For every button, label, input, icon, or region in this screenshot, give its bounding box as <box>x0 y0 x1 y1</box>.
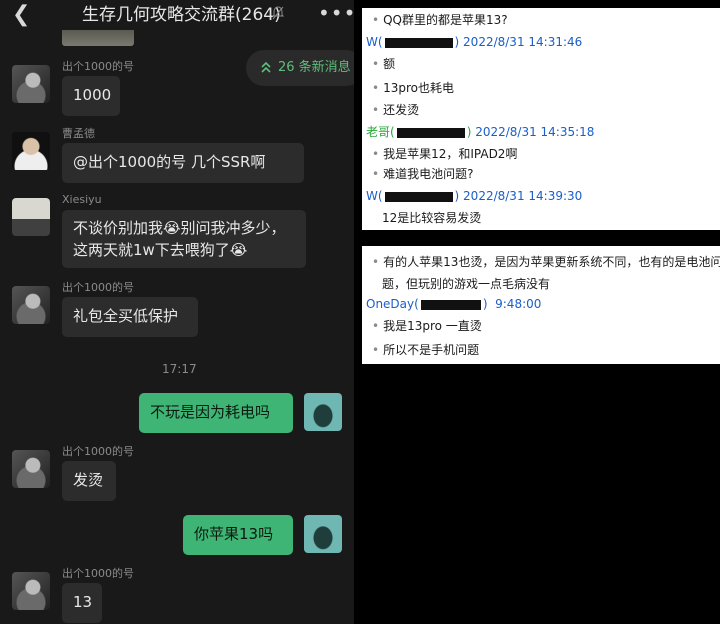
sender-name: 出个1000的号 <box>62 60 134 73</box>
back-icon[interactable]: ❮ <box>12 2 30 28</box>
qq-message: • QQ群里的都是苹果13? <box>372 13 508 27</box>
sender-name: 出个1000的号 <box>62 567 134 580</box>
mute-bell-icon <box>271 5 285 24</box>
message-bubble[interactable]: 13 <box>62 583 102 623</box>
timestamp: 17:17 <box>162 362 197 376</box>
image-message-partial[interactable] <box>62 30 134 46</box>
sender-name: 出个1000的号 <box>62 281 134 294</box>
sender-name: 曹孟德 <box>62 127 95 140</box>
redaction-bar <box>420 299 481 310</box>
message-bubble[interactable]: 不谈价别加我😭别问我冲多少，这两天就1w下去喂狗了😭 <box>62 210 306 268</box>
redaction-bar <box>396 127 465 138</box>
message-bubble[interactable]: 发烫 <box>62 461 116 501</box>
my-message-bubble[interactable]: 你苹果13吗 <box>183 515 293 555</box>
avatar[interactable] <box>12 198 50 236</box>
my-message-bubble[interactable]: 不玩是因为耗电吗 <box>139 393 293 433</box>
redaction-bar <box>384 191 453 202</box>
qq-message: • 所以不是手机问题 <box>372 343 480 357</box>
avatar[interactable] <box>12 132 50 170</box>
avatar[interactable] <box>12 286 50 324</box>
qq-message: • 13pro也耗电 <box>372 81 454 95</box>
qq-message: 12是比较容易发烫 <box>382 211 482 225</box>
qq-log-panel-1: • QQ群里的都是苹果13? W() 2022/8/31 14:31:46 • 额 … <box>362 8 720 230</box>
qq-message: • 额 <box>372 57 396 71</box>
wechat-chat-screen: ❮ 生存几何攻略交流群(264) ••• 26 条新消息 出个1000的号 10… <box>0 0 354 624</box>
chat-title: 生存几何攻略交流群(264) <box>82 5 281 25</box>
qq-sender-header: W() 2022/8/31 14:39:30 <box>366 189 583 203</box>
sender-name: 出个1000的号 <box>62 445 134 458</box>
qq-message: • 难道我电池问题? <box>372 167 474 181</box>
avatar[interactable] <box>12 572 50 610</box>
new-messages-pill[interactable]: 26 条新消息 <box>246 50 354 86</box>
message-bubble[interactable]: @出个1000的号 几个SSR啊 <box>62 143 304 183</box>
my-avatar[interactable] <box>304 393 342 431</box>
qq-screenshots: • QQ群里的都是苹果13? W() 2022/8/31 14:31:46 • 额 … <box>354 0 720 624</box>
avatar[interactable] <box>12 65 50 103</box>
qq-message: • 有的人苹果13也烫，是因为苹果更新系统不同，也有的是电池问 <box>372 255 720 269</box>
redaction-bar <box>384 37 453 48</box>
avatar[interactable] <box>12 450 50 488</box>
qq-message: • 还发烫 <box>372 103 420 117</box>
message-bubble[interactable]: 礼包全买低保护 <box>62 297 198 337</box>
qq-message: • 我是苹果12，和IPAD2啊 <box>372 147 518 161</box>
chat-header: ❮ 生存几何攻略交流群(264) ••• <box>0 0 354 30</box>
my-avatar[interactable] <box>304 515 342 553</box>
qq-sender-header: W() 2022/8/31 14:31:46 <box>366 35 583 49</box>
qq-message: • 我是13pro 一直烫 <box>372 319 482 333</box>
new-messages-label: 26 条新消息 <box>278 60 351 75</box>
message-bubble[interactable]: 1000 <box>62 76 120 116</box>
qq-log-panel-2: • 有的人苹果13也烫，是因为苹果更新系统不同，也有的是电池问 题，但玩别的游戏一… <box>362 246 720 364</box>
sender-name: Xiesiyu <box>62 193 102 206</box>
qq-message-continued: 题，但玩别的游戏一点毛病没有 <box>382 277 551 291</box>
more-options-icon[interactable]: ••• <box>318 1 354 25</box>
qq-sender-header: OneDay() 9:48:00 <box>366 297 542 311</box>
qq-sender-header: 老哥() 2022/8/31 14:35:18 <box>366 125 595 139</box>
double-chevron-up-icon <box>260 59 272 78</box>
